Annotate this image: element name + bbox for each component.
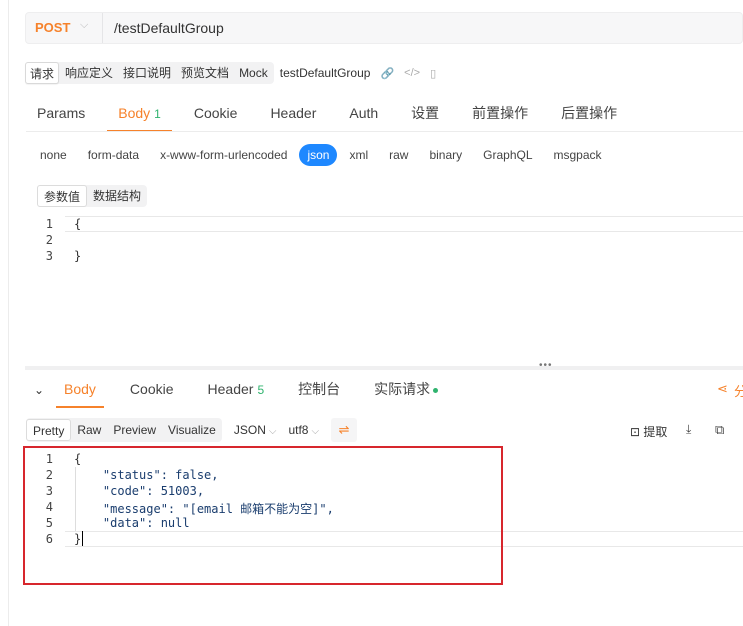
tab-label: 前置操作 (472, 105, 529, 121)
tab-response-header[interactable]: Header 5 (200, 372, 273, 408)
subtab-preview-doc[interactable]: 预览文档 (177, 62, 233, 84)
tab-pre-script[interactable]: 前置操作 (461, 100, 539, 132)
subtabs-bar: 请求 响应定义 接口说明 预览文档 Mock testDefaultGroup … (25, 62, 436, 84)
code-line: } (74, 249, 82, 263)
tab-settings[interactable]: 设置 (400, 100, 450, 132)
extract-button[interactable]: ⊡ 提取 (630, 423, 667, 440)
tab-response-body[interactable]: Body (56, 372, 104, 408)
format-value: JSON (233, 423, 266, 437)
tab-data-structure[interactable]: 数据结构 (87, 185, 147, 207)
divider (102, 13, 103, 43)
body-type-xml[interactable]: xml (340, 144, 377, 166)
tab-label: Header (207, 381, 254, 397)
tab-console[interactable]: 控制台 (290, 372, 348, 408)
view-raw[interactable]: Raw (71, 419, 107, 441)
body-type-graphql[interactable]: GraphQL (474, 144, 541, 166)
extract-icon: ⊡ (630, 425, 644, 439)
tab-label: 后置操作 (561, 105, 618, 121)
view-mode-group: Pretty Raw Preview Visualize (26, 418, 222, 442)
body-type-form-data[interactable]: form-data (79, 144, 148, 166)
line-number: 1 (45, 217, 53, 231)
view-preview[interactable]: Preview (107, 419, 162, 441)
tab-post-script[interactable]: 后置操作 (550, 100, 628, 132)
chevron-down-icon: ⌵ (268, 426, 277, 437)
tab-label: Cookie (129, 381, 174, 397)
subtab-mock[interactable]: Mock (235, 62, 272, 84)
tab-label: Header (270, 105, 317, 121)
line-number: 3 (45, 249, 53, 263)
tab-params[interactable]: Params (26, 100, 96, 132)
doc-name: testDefaultGroup (279, 66, 371, 80)
encoding-value: utf8 (288, 423, 309, 437)
method-select[interactable]: POST (35, 20, 70, 35)
red-highlight-box (23, 446, 503, 585)
share-icon[interactable]: ⋖ (717, 381, 728, 397)
chevron-down-icon: ⌵ (311, 426, 320, 437)
tab-auth[interactable]: Auth (338, 100, 389, 132)
url-bar: POST ⌵ /testDefaultGroup (25, 12, 743, 44)
request-tabs: Params Body 1 Cookie Header Auth 设置 前置操作 … (26, 100, 639, 132)
body-type-json[interactable]: json (299, 144, 338, 166)
body-type-binary[interactable]: binary (420, 144, 471, 166)
param-tab-group: 参数值 数据结构 (37, 185, 148, 207)
tab-label: Cookie (193, 105, 238, 121)
chevron-down-icon[interactable]: ⌵ (80, 19, 88, 32)
count-badge: 5 (257, 383, 265, 397)
tab-label: 控制台 (298, 381, 341, 397)
tab-label: Params (37, 105, 86, 121)
share-button[interactable]: 分 (734, 381, 743, 400)
status-dot (433, 387, 439, 393)
request-body-editor[interactable]: 1 2 3 { } (25, 216, 743, 356)
subtab-response-def[interactable]: 响应定义 (61, 62, 117, 84)
current-line-highlight (65, 216, 743, 232)
copy-icon[interactable]: ⧉ (715, 422, 724, 438)
response-tabs: ⌄ Body Cookie Header 5 控制台 实际请求 (26, 372, 464, 408)
code-icon[interactable]: </> (404, 67, 420, 79)
chevron-down-icon[interactable]: ⌄ (26, 383, 52, 397)
body-type-msgpack[interactable]: msgpack (545, 144, 611, 166)
subtab-request[interactable]: 请求 (25, 62, 60, 84)
body-type-none[interactable]: none (31, 144, 76, 166)
tab-header[interactable]: Header (259, 100, 327, 132)
panel-splitter[interactable] (25, 366, 743, 370)
subtab-group: 请求 响应定义 接口说明 预览文档 Mock (25, 62, 274, 84)
tab-label: Body (118, 105, 151, 121)
drag-handle-icon[interactable]: ••• (539, 360, 553, 371)
left-border (8, 0, 9, 626)
format-select[interactable]: JSON ⌵ (234, 423, 277, 437)
link-icon[interactable]: 🔗 (380, 67, 394, 80)
encoding-select[interactable]: utf8 ⌵ (288, 423, 319, 437)
view-visualize[interactable]: Visualize (162, 419, 222, 441)
count-badge: 1 (154, 107, 161, 121)
extract-label: 提取 (643, 425, 668, 439)
tab-label: Auth (349, 105, 379, 121)
divider (26, 131, 743, 132)
body-type-urlencoded[interactable]: x-www-form-urlencoded (151, 144, 296, 166)
param-tabs: 参数值 数据结构 (37, 185, 148, 207)
subtab-api-desc[interactable]: 接口说明 (119, 62, 175, 84)
line-number: 2 (45, 233, 53, 247)
tab-actual-request[interactable]: 实际请求 (366, 372, 446, 408)
viewer-toolbar: Pretty Raw Preview Visualize JSON ⌵ utf8 ⌵… (26, 418, 358, 442)
tab-cookie[interactable]: Cookie (183, 100, 249, 132)
tab-response-cookie[interactable]: Cookie (122, 372, 182, 408)
tab-label: 设置 (411, 105, 440, 121)
panel-icon[interactable]: ▯ (430, 67, 436, 80)
tab-body[interactable]: Body 1 (107, 100, 172, 132)
url-input[interactable]: /testDefaultGroup (114, 20, 224, 36)
view-pretty[interactable]: Pretty (26, 419, 72, 441)
body-type-selector: none form-data x-www-form-urlencoded jso… (31, 144, 614, 166)
tab-label: Body (64, 381, 96, 397)
code-line: { (74, 217, 82, 231)
body-type-raw[interactable]: raw (380, 144, 417, 166)
tab-label: 实际请求 (374, 381, 431, 397)
wrap-lines-icon[interactable]: ⇌ (331, 418, 358, 442)
tab-param-values[interactable]: 参数值 (37, 185, 88, 207)
download-icon[interactable]: ⤓ (686, 422, 691, 437)
